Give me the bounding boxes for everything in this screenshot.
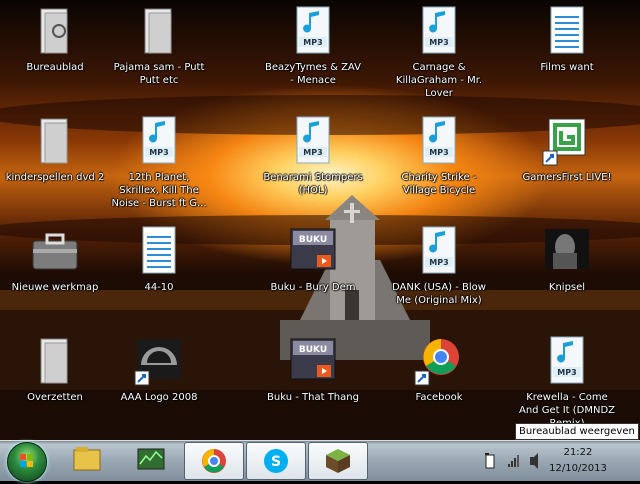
desktop-icon-label: 44-10 <box>144 282 174 293</box>
desktop-icon-label: Benarami Stompers (HOL) <box>263 172 363 196</box>
minecraft-icon <box>326 449 350 473</box>
video-icon: BUKU <box>287 335 339 387</box>
mp3-icon: MP3 <box>133 115 185 167</box>
desktop-icon[interactable]: MP3Krewella - Come And Get It (DMNDZ Rem… <box>517 335 617 430</box>
snip-icon <box>541 225 593 277</box>
desktop-icon-label: Facebook <box>415 392 463 403</box>
show-desktop-tooltip: Bureaublad weergeven <box>515 423 639 440</box>
windows-logo-icon <box>20 454 33 467</box>
taskbar-minecraft-button[interactable] <box>308 442 368 480</box>
gamersfirst-icon <box>541 115 593 167</box>
clock-date[interactable]: 12/10/2013 <box>548 463 608 474</box>
skype-icon: S <box>264 449 288 473</box>
desktop-icon-label: Overzetten <box>27 392 83 403</box>
chrome-icon <box>413 335 465 387</box>
mp3-icon: MP3 <box>287 5 339 57</box>
svg-text:MP3: MP3 <box>429 38 448 47</box>
desktop-icon-label: Buku - Bury Dem <box>270 282 356 293</box>
desktop-icon[interactable]: Overzetten <box>5 335 105 404</box>
mp3-icon: MP3 <box>541 335 593 387</box>
svg-text:MP3: MP3 <box>303 38 322 47</box>
folder-icon <box>29 115 81 167</box>
desktop-icon[interactable]: MP3 DANK (USA) - Blow Me (Original Mix) <box>389 225 489 307</box>
svg-text:S: S <box>271 454 281 470</box>
desktop-icon[interactable]: GamersFirst LIVE! <box>517 115 617 184</box>
taskbar-chrome-button[interactable] <box>184 442 244 480</box>
text-icon <box>133 225 185 277</box>
desktop-icon-label: AAA Logo 2008 <box>120 392 198 403</box>
text-icon <box>541 5 593 57</box>
mp3-icon: MP3 <box>413 5 465 57</box>
battery-icon <box>485 454 495 469</box>
desktop-icon[interactable]: Bureaublad <box>5 5 105 74</box>
mp3-icon: MP3 <box>287 115 339 167</box>
desktop-icon[interactable]: BUKU Buku - Bury Dem <box>263 225 363 294</box>
svg-text:MP3: MP3 <box>557 368 576 377</box>
desktop-icon[interactable]: Pajama sam - Putt Putt etc <box>109 5 209 87</box>
desktop-icon-label: Carnage & KillaGraham - Mr. Lover <box>395 62 483 99</box>
volume-icon <box>530 453 538 469</box>
desktop-icon-label: GamersFirst LIVE! <box>522 172 612 183</box>
desktop-icon-label: BeazyTymes & ZAV - Menace <box>265 62 361 86</box>
svg-text:BUKU: BUKU <box>299 345 327 355</box>
desktop-icon[interactable]: MP3 BeazyTymes & ZAV - Menace <box>263 5 363 87</box>
desktop-icon-label: Films want <box>540 62 594 73</box>
aaa-logo-icon <box>133 335 185 387</box>
desktop-icon[interactable]: Films want <box>517 5 617 74</box>
svg-text:MP3: MP3 <box>149 148 168 157</box>
desktop-icon[interactable]: 44-10 <box>109 225 209 294</box>
desktop-icon-label: Bureaublad <box>26 62 84 73</box>
chrome-icon <box>202 449 226 473</box>
desktop-icon[interactable]: MP3 Charity Strike - Village Bicycle <box>389 115 489 197</box>
desktop-icon-label: DANK (USA) - Blow Me (Original Mix) <box>392 282 486 306</box>
svg-text:MP3: MP3 <box>429 148 448 157</box>
taskbar-task-manager-button[interactable] <box>122 442 180 478</box>
folder-icon <box>133 5 185 57</box>
desktop-icon-label: Buku - That Thang <box>267 392 359 403</box>
desktop-icon[interactable]: MP3 Benarami Stompers (HOL) <box>263 115 363 197</box>
briefcase-icon <box>29 225 81 277</box>
desktop-icon-label: Pajama sam - Putt Putt etc <box>113 62 205 86</box>
desktop-icon[interactable]: Facebook <box>389 335 489 404</box>
desktop-icon-label: 12th Planet, Skrillex, Kill The Noise - … <box>111 172 207 209</box>
desktop-icon-label: Nieuwe werkmap <box>11 282 99 293</box>
folder-shortcut-icon <box>29 5 81 57</box>
explorer-icon <box>73 447 101 471</box>
desktop-icon[interactable]: MP3 12th Planet, Skrillex, Kill The Noise… <box>109 115 209 210</box>
desktop-icon-label: kinderspellen dvd 2 <box>5 172 105 183</box>
desktop-icon[interactable]: MP3 Carnage & KillaGraham - Mr. Lover <box>389 5 489 100</box>
svg-text:MP3: MP3 <box>303 148 322 157</box>
svg-text:BUKU: BUKU <box>299 235 327 245</box>
taskbar-skype-button[interactable]: S <box>246 442 306 480</box>
folder-icon <box>29 335 81 387</box>
desktop-icon[interactable]: Nieuwe werkmap <box>5 225 105 294</box>
desktop-icon-label: Knipsel <box>548 282 586 293</box>
desktop-icon-label: Charity Strike - Village Bicycle <box>401 172 477 196</box>
svg-text:MP3: MP3 <box>429 258 448 267</box>
desktop-icon[interactable]: BUKU Buku - That Thang <box>263 335 363 404</box>
task-manager-icon <box>137 448 165 470</box>
tray-icons <box>485 453 538 469</box>
desktop-icon[interactable]: Knipsel <box>517 225 617 294</box>
video-icon: BUKU <box>287 225 339 277</box>
system-tray: 21:22 12/10/2013 <box>472 442 640 480</box>
taskbar-explorer-button[interactable] <box>58 442 116 478</box>
desktop-icon[interactable]: kinderspellen dvd 2 <box>5 115 105 184</box>
mp3-icon: MP3 <box>413 225 465 277</box>
clock-time[interactable]: 21:22 <box>548 447 608 458</box>
desktop-icon[interactable]: AAA Logo 2008 <box>109 335 209 404</box>
start-button[interactable] <box>7 442 47 482</box>
mp3-icon: MP3 <box>413 115 465 167</box>
